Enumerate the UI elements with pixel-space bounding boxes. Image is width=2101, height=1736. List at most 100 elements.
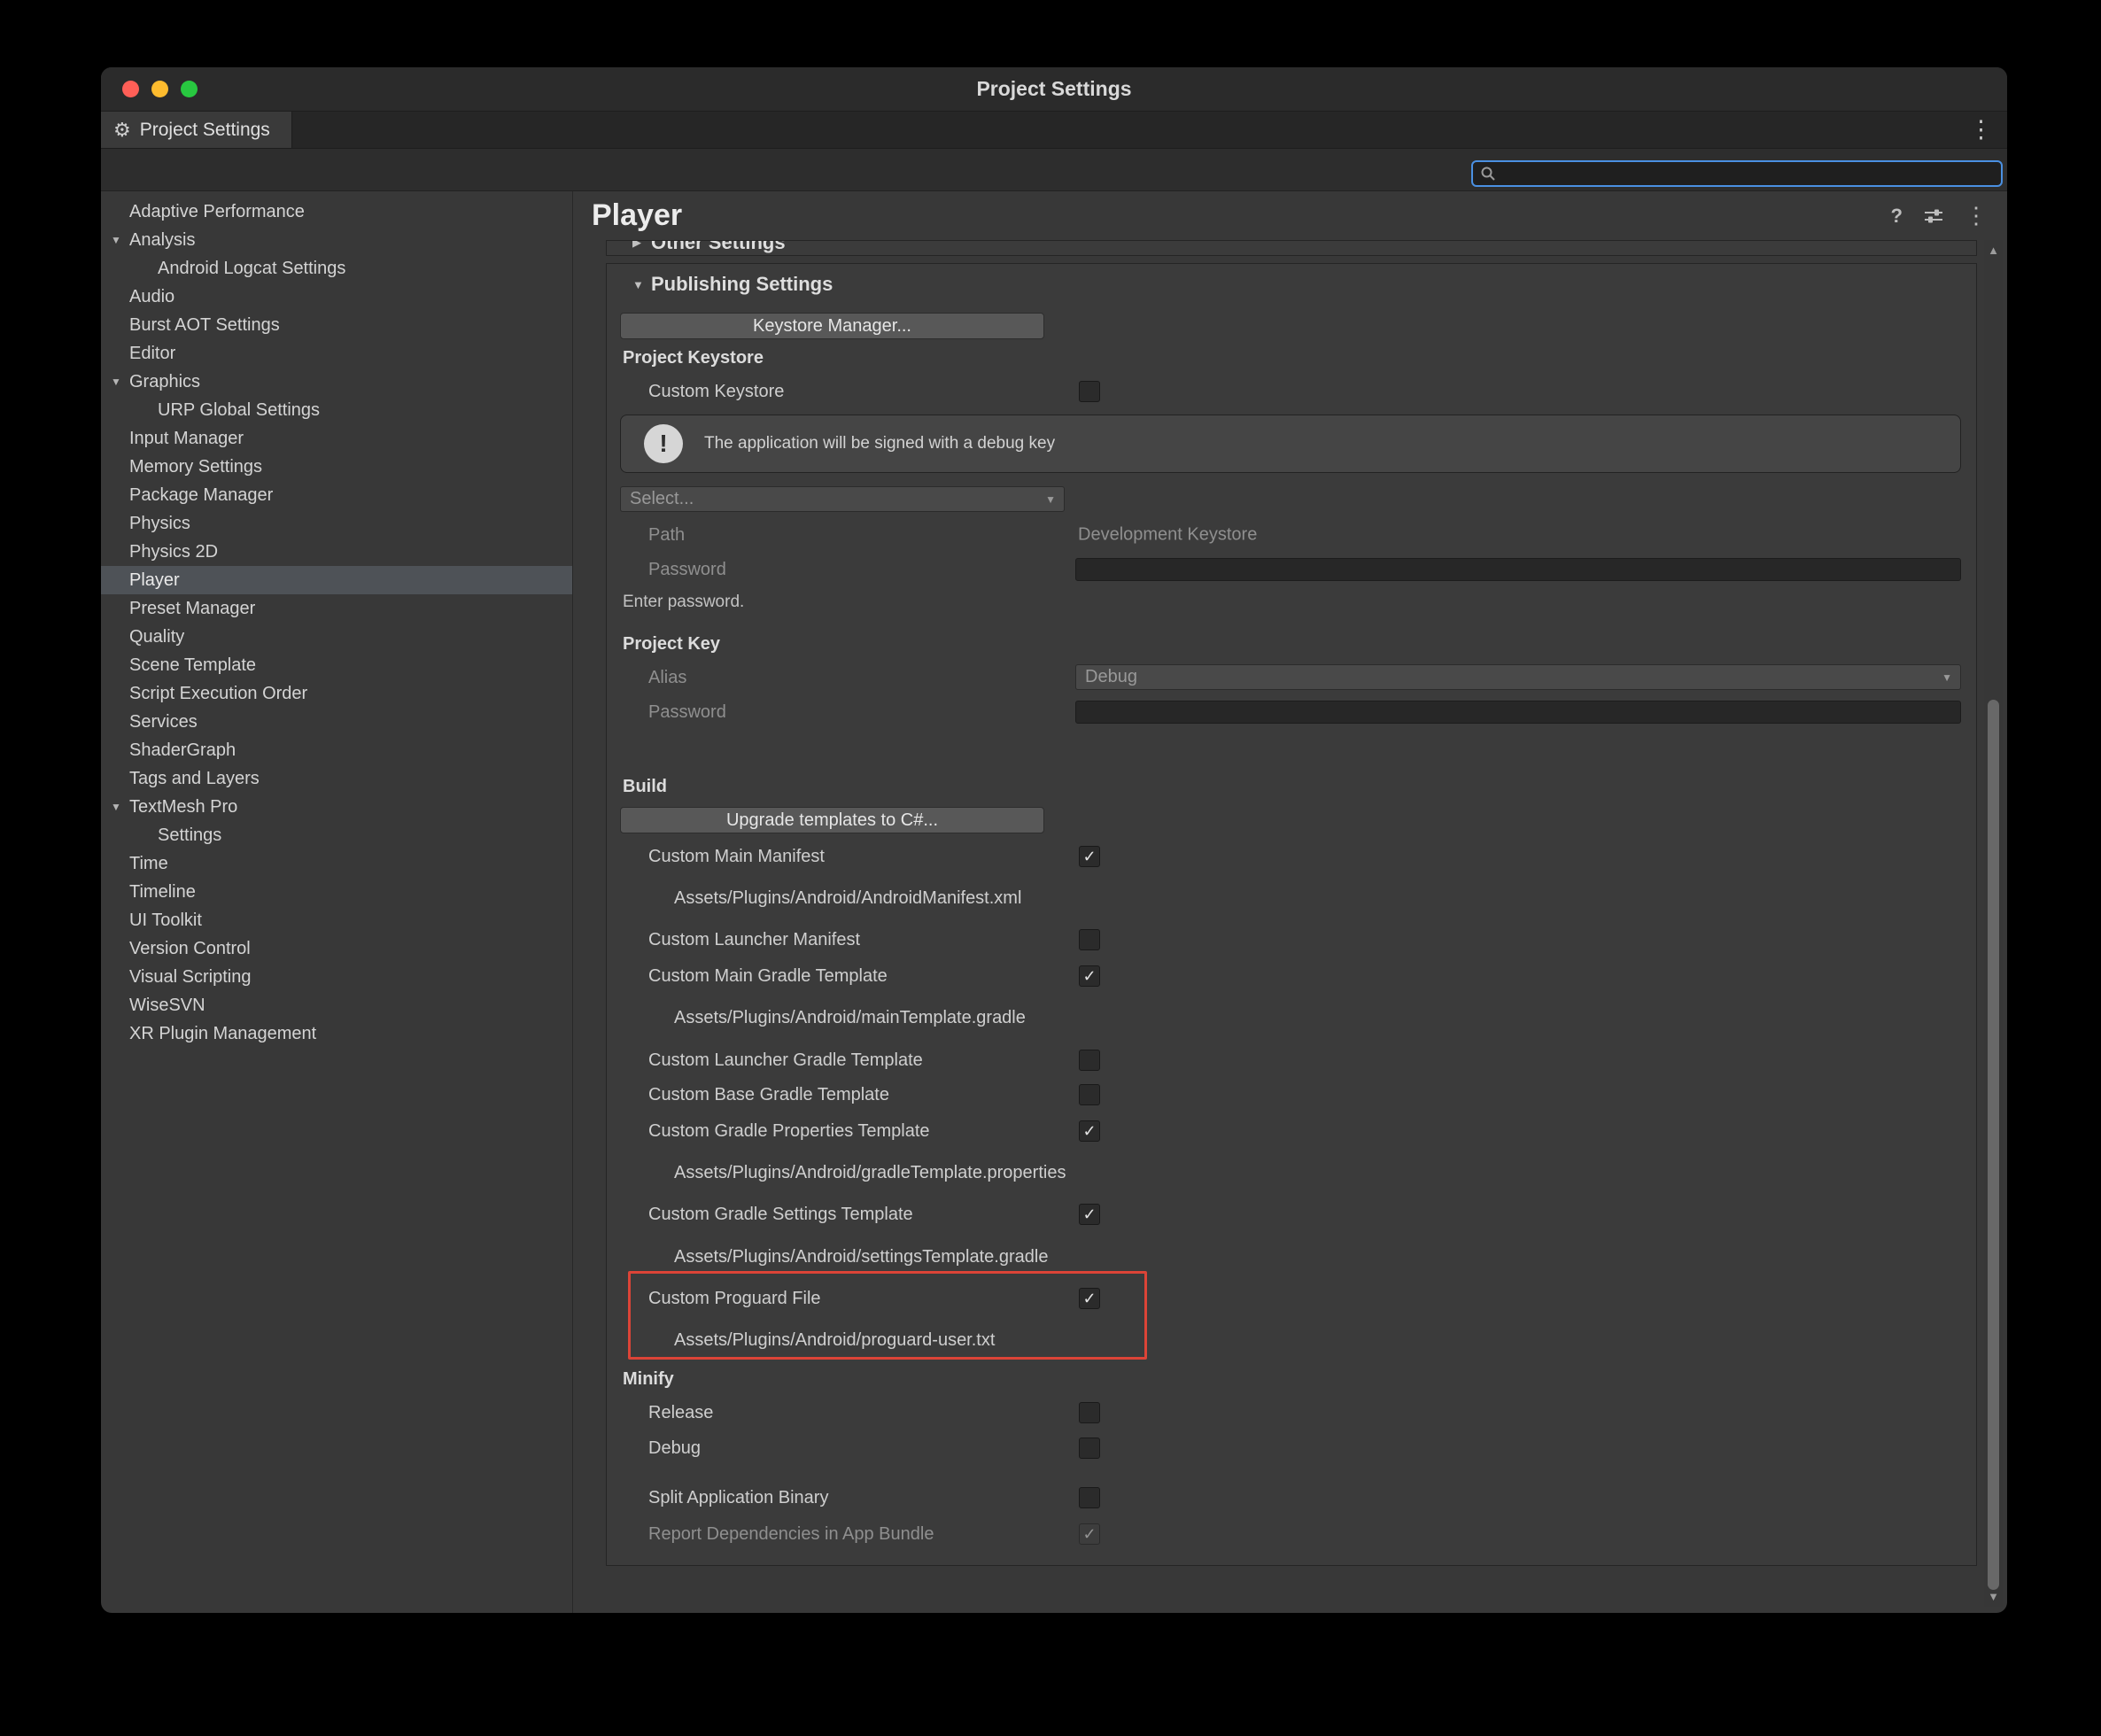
build-header-row: Build <box>607 773 1976 800</box>
gear-icon: ⚙ <box>113 119 131 142</box>
sidebar-item-visual-scripting[interactable]: Visual Scripting <box>101 963 572 991</box>
more-menu-icon[interactable]: ⋮ <box>1965 202 1988 229</box>
sidebar-item-memory-settings[interactable]: Memory Settings <box>101 453 572 481</box>
upgrade-templates-row: Upgrade templates to C#... <box>607 807 1976 833</box>
sidebar-item-player[interactable]: Player <box>101 566 572 594</box>
report-dependencies-label: Report Dependencies in App Bundle <box>607 1524 934 1545</box>
custom-main-manifest-label: Custom Main Manifest <box>607 847 825 867</box>
custom-base-gradle-template-label: Custom Base Gradle Template <box>607 1085 889 1105</box>
custom-main-manifest-path: Assets/Plugins/Android/AndroidManifest.x… <box>607 888 1021 909</box>
sidebar-item-adaptive-performance[interactable]: Adaptive Performance <box>101 198 572 226</box>
foldout-expanded-icon[interactable]: ▼ <box>111 376 121 388</box>
keystore-password-field[interactable] <box>1075 558 1961 581</box>
report-dependencies-row: Report Dependencies in App Bundle <box>607 1521 1976 1547</box>
sidebar-item-preset-manager[interactable]: Preset Manager <box>101 594 572 623</box>
sidebar-item-timeline[interactable]: Timeline <box>101 878 572 906</box>
sidebar-item-services[interactable]: Services <box>101 708 572 736</box>
sidebar-item-tags-and-layers[interactable]: Tags and Layers <box>101 764 572 793</box>
keystore-password-label: Password <box>607 560 726 580</box>
window-titlebar[interactable]: Project Settings <box>101 67 2007 112</box>
alias-value: Debug <box>1085 667 1137 687</box>
custom-gradle-settings-template-checkbox[interactable] <box>1079 1204 1100 1225</box>
publishing-settings-foldout[interactable]: ▼ Publishing Settings <box>607 271 1976 298</box>
custom-base-gradle-template-checkbox[interactable] <box>1079 1084 1100 1105</box>
other-settings-foldout[interactable]: ▶ Other Settings <box>607 240 1976 256</box>
custom-proguard-file-row: Custom Proguard File <box>607 1285 1976 1312</box>
custom-launcher-gradle-template-checkbox[interactable] <box>1079 1050 1100 1071</box>
sidebar-item-analysis[interactable]: ▼Analysis <box>101 226 572 254</box>
sidebar-item-version-control[interactable]: Version Control <box>101 934 572 963</box>
sidebar-item-android-logcat-settings[interactable]: Android Logcat Settings <box>101 254 572 283</box>
upgrade-templates-button[interactable]: Upgrade templates to C#... <box>620 807 1044 833</box>
foldout-expanded-icon[interactable]: ▼ <box>111 234 121 246</box>
vertical-scrollbar[interactable]: ▲ ▼ <box>1984 240 2003 1607</box>
custom-gradle-properties-template-path: Assets/Plugins/Android/gradleTemplate.pr… <box>607 1163 1066 1183</box>
publishing-settings-title: Publishing Settings <box>651 273 833 296</box>
sidebar-item-physics[interactable]: Physics <box>101 509 572 538</box>
sidebar-item-audio[interactable]: Audio <box>101 283 572 311</box>
search-box[interactable] <box>1471 160 2003 187</box>
sidebar-item-time[interactable]: Time <box>101 849 572 878</box>
sidebar-item-physics-2d[interactable]: Physics 2D <box>101 538 572 566</box>
presets-icon[interactable] <box>1922 205 1945 228</box>
sidebar-item-quality[interactable]: Quality <box>101 623 572 651</box>
scroll-up-icon[interactable]: ▲ <box>1984 244 2003 257</box>
sidebar-item-graphics[interactable]: ▼Graphics <box>101 368 572 396</box>
split-application-binary-checkbox[interactable] <box>1079 1487 1100 1508</box>
custom-main-gradle-template-label: Custom Main Gradle Template <box>607 966 888 987</box>
sidebar-item-input-manager[interactable]: Input Manager <box>101 424 572 453</box>
scroll-down-icon[interactable]: ▼ <box>1984 1590 2003 1603</box>
other-settings-section: ▶ Other Settings <box>606 240 1977 256</box>
keystore-select-dropdown[interactable]: Select... ▼ <box>620 486 1065 512</box>
info-message: The application will be signed with a de… <box>704 434 1055 453</box>
scrollbar-thumb[interactable] <box>1988 700 1999 1590</box>
sidebar-item-textmesh-pro-settings[interactable]: Settings <box>101 821 572 849</box>
sidebar-item-editor[interactable]: Editor <box>101 339 572 368</box>
minimize-window-button[interactable] <box>151 81 168 97</box>
custom-keystore-checkbox[interactable] <box>1079 381 1100 402</box>
custom-proguard-file-checkbox[interactable] <box>1079 1288 1100 1309</box>
sidebar-item-burst-aot-settings[interactable]: Burst AOT Settings <box>101 311 572 339</box>
info-icon: ! <box>644 424 683 463</box>
custom-proguard-file-path-row: Assets/Plugins/Android/proguard-user.txt <box>607 1327 1976 1353</box>
help-icon[interactable]: ? <box>1891 205 1903 228</box>
custom-main-manifest-checkbox[interactable] <box>1079 846 1100 867</box>
sidebar-item-script-execution-order[interactable]: Script Execution Order <box>101 679 572 708</box>
key-password-field[interactable] <box>1075 701 1961 724</box>
sidebar-item-package-manager[interactable]: Package Manager <box>101 481 572 509</box>
custom-launcher-manifest-checkbox[interactable] <box>1079 929 1100 950</box>
minify-debug-checkbox[interactable] <box>1079 1438 1100 1459</box>
keystore-info-box: ! The application will be signed with a … <box>620 415 1961 473</box>
custom-main-gradle-template-checkbox[interactable] <box>1079 965 1100 987</box>
tab-project-settings[interactable]: ⚙ Project Settings <box>101 112 292 148</box>
custom-main-gradle-template-path: Assets/Plugins/Android/mainTemplate.grad… <box>607 1008 1026 1028</box>
custom-launcher-manifest-row: Custom Launcher Manifest <box>607 926 1976 953</box>
custom-main-manifest-path-row: Assets/Plugins/Android/AndroidManifest.x… <box>607 885 1976 911</box>
keystore-manager-button[interactable]: Keystore Manager... <box>620 313 1044 339</box>
sidebar-item-textmesh-pro[interactable]: ▼TextMesh Pro <box>101 793 572 821</box>
custom-keystore-label: Custom Keystore <box>607 382 784 402</box>
custom-gradle-properties-template-checkbox[interactable] <box>1079 1120 1100 1142</box>
sidebar-item-xr-plugin-management[interactable]: XR Plugin Management <box>101 1019 572 1048</box>
search-input[interactable] <box>1501 164 1994 183</box>
project-key-header-row: Project Key <box>607 631 1976 657</box>
detail-header: Player ? ⋮ <box>573 191 2007 240</box>
sidebar-item-urp-global-settings[interactable]: URP Global Settings <box>101 396 572 424</box>
alias-dropdown[interactable]: Debug ▼ <box>1075 664 1961 690</box>
keystore-password-row: Password <box>607 556 1976 583</box>
page-title: Player <box>592 198 682 233</box>
sidebar-item-wisesvn[interactable]: WiseSVN <box>101 991 572 1019</box>
custom-gradle-settings-template-path-row: Assets/Plugins/Android/settingsTemplate.… <box>607 1244 1976 1270</box>
custom-main-gradle-template-row: Custom Main Gradle Template <box>607 963 1976 989</box>
sidebar-item-scene-template[interactable]: Scene Template <box>101 651 572 679</box>
keystore-select-value: Select... <box>630 489 694 509</box>
minify-release-checkbox[interactable] <box>1079 1402 1100 1423</box>
sidebar-item-ui-toolkit[interactable]: UI Toolkit <box>101 906 572 934</box>
project-settings-window: Project Settings ⚙ Project Settings ⋮ Ad… <box>101 67 2007 1613</box>
custom-main-manifest-row: Custom Main Manifest <box>607 843 1976 870</box>
foldout-expanded-icon[interactable]: ▼ <box>111 801 121 813</box>
close-window-button[interactable] <box>122 81 139 97</box>
sidebar-item-shadergraph[interactable]: ShaderGraph <box>101 736 572 764</box>
tab-menu-icon[interactable]: ⋮ <box>1969 112 1993 148</box>
zoom-window-button[interactable] <box>181 81 198 97</box>
